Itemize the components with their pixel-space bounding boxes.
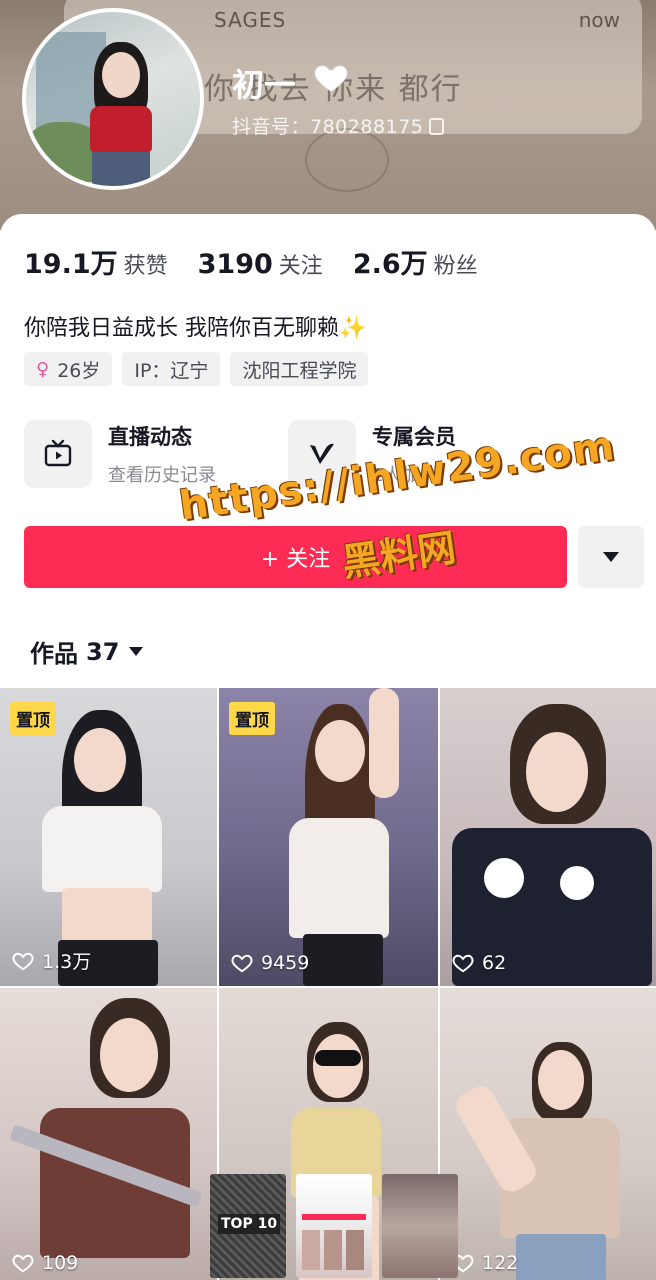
pinned-badge: 置顶	[10, 702, 56, 735]
stat-likes[interactable]: 19.1万 获赞	[24, 242, 168, 281]
video-tile[interactable]: 122	[440, 988, 656, 1280]
video-tile[interactable]: 置顶 1.3万	[0, 688, 219, 986]
sparkle-icon: ✨	[339, 316, 367, 341]
heart-outline-icon	[452, 954, 474, 973]
bio-text: 你陪我日益成长 我陪你百无聊赖	[24, 316, 339, 341]
heart-outline-icon	[12, 952, 34, 970]
profile-banner: SAGES now 你 找去 你来 都行 初一 抖音号：780288175	[0, 0, 656, 230]
tag-ip: IP：辽宁	[122, 352, 221, 386]
profile-tags: ♀ 26岁 IP：辽宁 沈阳工程学院	[24, 352, 378, 386]
bio: 你陪我日益成长 我陪你百无聊赖✨	[24, 310, 366, 342]
ad-thumbnail[interactable]	[382, 1174, 458, 1278]
like-count: 1.3万	[12, 947, 91, 974]
like-count: 62	[452, 952, 506, 974]
chevron-down-icon	[603, 552, 619, 562]
heart-outline-icon	[12, 1254, 34, 1273]
avatar[interactable]	[22, 8, 204, 190]
video-tile[interactable]: 109	[0, 988, 219, 1280]
tab-works[interactable]: 作品 37	[30, 634, 144, 669]
notification-app: SAGES	[214, 8, 287, 32]
top10-label: TOP 10	[218, 1214, 281, 1234]
stat-following[interactable]: 3190 关注	[198, 248, 323, 280]
video-tile[interactable]: 置顶 9459	[219, 688, 440, 986]
stat-followers[interactable]: 2.6万 粉丝	[353, 242, 478, 281]
white-heart-icon	[314, 65, 348, 92]
pinned-badge: 置顶	[229, 702, 275, 735]
douyin-id[interactable]: 抖音号：780288175	[232, 112, 445, 139]
tag-school[interactable]: 沈阳工程学院	[230, 352, 369, 386]
notification-time: now	[578, 8, 620, 32]
profile-stats: 19.1万 获赞 3190 关注 2.6万 粉丝	[24, 242, 508, 281]
follow-button[interactable]: + 关注	[24, 526, 567, 588]
nickname: 初一	[232, 66, 297, 104]
feature-title: 直播动态	[108, 425, 192, 449]
like-count: 9459	[231, 952, 309, 974]
female-icon: ♀	[36, 358, 50, 380]
copy-icon[interactable]	[429, 118, 445, 135]
heart-outline-icon	[231, 954, 253, 973]
caret-down-icon	[129, 647, 144, 656]
ad-thumbnail[interactable]	[296, 1174, 372, 1278]
ad-thumbnails[interactable]: TOP 10	[210, 1174, 468, 1278]
more-options-button[interactable]	[578, 526, 644, 588]
ad-thumbnail[interactable]: TOP 10	[210, 1174, 286, 1278]
video-tile[interactable]: 62	[440, 688, 656, 986]
works-count: 37	[86, 637, 120, 666]
like-count: 109	[12, 1252, 78, 1274]
tag-age: ♀ 26岁	[24, 352, 113, 386]
tv-icon	[24, 420, 92, 488]
profile-card: 19.1万 获赞 3190 关注 2.6万 粉丝 你陪我日益成长 我陪你百无聊赖…	[0, 214, 656, 1280]
